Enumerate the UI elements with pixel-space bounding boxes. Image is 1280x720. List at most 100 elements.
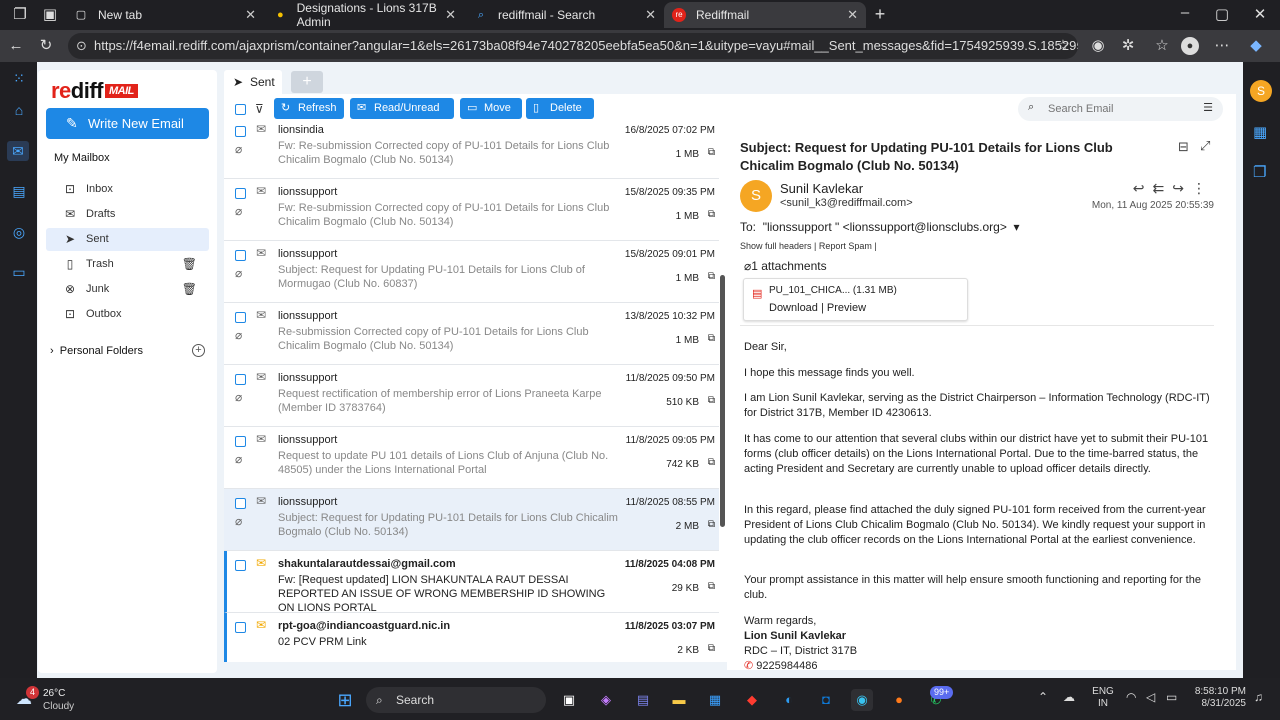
open-external-icon[interactable]: ⧉	[708, 395, 715, 406]
calendar-icon[interactable]: ▦	[1253, 123, 1267, 141]
open-external-icon[interactable]: ⧉	[708, 147, 715, 158]
browser-tab-search[interactable]: ⌕ rediffmail - Search ✕	[466, 2, 664, 28]
select-all-checkbox[interactable]	[235, 104, 246, 115]
contacts-icon[interactable]: ◎	[9, 222, 29, 242]
add-folder-icon[interactable]: +	[192, 344, 205, 357]
teams-icon[interactable]: ▤	[632, 689, 654, 711]
site-info-icon[interactable]: ⊙	[76, 33, 87, 59]
workspaces-icon[interactable]: ❐	[10, 6, 30, 24]
advanced-search-icon[interactable]: ☰	[1203, 101, 1213, 114]
row-checkbox[interactable]	[235, 188, 246, 199]
battery-icon[interactable]: ▭	[1166, 690, 1177, 704]
folder-sent[interactable]: ➤ Sent	[46, 228, 209, 251]
app-blue-icon[interactable]: ◐	[778, 689, 800, 711]
home-icon[interactable]: ⌂	[9, 100, 29, 120]
open-external-icon[interactable]: ⧉	[708, 333, 715, 344]
open-external-icon[interactable]: ⧉	[708, 643, 715, 654]
extension-icon[interactable]: ◉	[1088, 37, 1108, 55]
open-external-icon[interactable]: ⧉	[708, 457, 715, 468]
chevron-down-icon[interactable]: ▾	[1014, 220, 1020, 234]
row-checkbox[interactable]	[235, 250, 246, 261]
table-row[interactable]: ✉ lionsindia 16/8/2025 07:02 PM ⌀ Fw: Re…	[224, 125, 719, 179]
preview-link[interactable]: Preview	[827, 302, 866, 314]
windows-start-icon[interactable]: ⊞	[334, 689, 356, 711]
folder-outbox[interactable]: ⊡ Outbox	[46, 303, 209, 326]
maximize-icon[interactable]: ▢	[1212, 6, 1232, 24]
back-icon[interactable]: ←	[6, 37, 26, 55]
move-button[interactable]: ▭ Move	[460, 98, 522, 119]
row-checkbox[interactable]	[235, 436, 246, 447]
expand-icon[interactable]: ⤢	[1200, 138, 1210, 154]
reply-all-icon[interactable]: ⇇	[1153, 180, 1173, 196]
row-checkbox[interactable]	[235, 498, 246, 509]
notification-bell-icon[interactable]: ♫	[1254, 690, 1263, 704]
read-unread-button[interactable]: ✉ Read/Unread	[350, 98, 454, 119]
folder-trash[interactable]: ▯ Trash 🗑	[46, 253, 209, 276]
task-view-icon[interactable]: ▣	[558, 689, 580, 711]
show-full-headers-link[interactable]: Show full headers	[740, 241, 812, 251]
close-tab-icon[interactable]: ✕	[445, 7, 456, 23]
browser-tab-designations[interactable]: ● Designations - Lions 317B Admin ✕	[266, 1, 464, 29]
mail-icon[interactable]: ✉	[7, 141, 29, 161]
table-row[interactable]: ✉ shakuntalarautdessai@gmail.com 11/8/20…	[224, 551, 719, 614]
personal-folders-toggle[interactable]: › Personal Folders	[50, 345, 143, 357]
empty-trash-icon[interactable]: 🗑	[182, 253, 197, 276]
scrollbar-thumb[interactable]	[720, 275, 725, 527]
edge-browser-icon[interactable]: ◉	[851, 689, 873, 711]
tab-sent[interactable]: ➤ Sent	[224, 70, 282, 94]
delete-button[interactable]: ▯ Delete	[526, 98, 594, 119]
print-icon[interactable]: ⊟	[1178, 139, 1189, 155]
profile-avatar-icon[interactable]: ●	[1181, 37, 1199, 55]
row-checkbox[interactable]	[235, 374, 246, 385]
firefox-icon[interactable]: ●	[888, 689, 910, 711]
url-field[interactable]: ⊙ https://f4email.rediff.com/ajaxprism/c…	[68, 33, 1078, 59]
reload-icon[interactable]: ↻	[36, 37, 56, 55]
add-tab-button[interactable]: +	[291, 71, 323, 93]
report-spam-link[interactable]: Report Spam	[819, 241, 872, 251]
tab-actions-icon[interactable]: ▣	[40, 6, 60, 24]
search-email-input[interactable]	[1048, 101, 1188, 117]
copilot-app-icon[interactable]: ◈	[595, 689, 617, 711]
forward-icon[interactable]: ↪	[1172, 180, 1192, 196]
close-tab-icon[interactable]: ✕	[847, 7, 858, 23]
copilot-icon[interactable]: ◆	[1246, 37, 1266, 55]
profile-s-icon[interactable]: S	[1250, 80, 1272, 102]
wifi-icon[interactable]: ◠	[1126, 690, 1136, 704]
close-window-icon[interactable]: ✕	[1250, 6, 1270, 24]
table-row[interactable]: ✉ rpt-goa@indiancoastguard.nic.in 11/8/2…	[224, 613, 719, 662]
table-row[interactable]: ✉ lionssupport 11/8/2025 09:05 PM ⌀ Requ…	[224, 427, 719, 489]
notes-icon[interactable]: ❐	[1253, 163, 1266, 181]
calendar-icon[interactable]: ▤	[9, 181, 29, 201]
empty-junk-icon[interactable]: 🗑	[182, 278, 197, 301]
row-checkbox[interactable]	[235, 622, 246, 633]
app-red-icon[interactable]: ◆	[741, 689, 763, 711]
download-link[interactable]: Download	[769, 302, 818, 314]
table-row[interactable]: ✉ lionssupport 13/8/2025 10:32 PM ⌀ Re-s…	[224, 303, 719, 365]
puzzle-icon[interactable]: ✲	[1118, 37, 1138, 55]
close-tab-icon[interactable]: ✕	[245, 7, 256, 23]
taskbar-search-box[interactable]: ⌕ Search	[366, 687, 546, 713]
browser-tab-new-tab[interactable]: ▢ New tab ✕	[66, 2, 264, 28]
outlook-icon[interactable]: ◘	[815, 689, 837, 711]
refresh-button[interactable]: ↻ Refresh	[274, 98, 344, 119]
open-external-icon[interactable]: ⧉	[708, 581, 715, 592]
close-tab-icon[interactable]: ✕	[645, 7, 656, 23]
open-external-icon[interactable]: ⧉	[708, 271, 715, 282]
tray-chevron-up-icon[interactable]: ⌃	[1038, 690, 1048, 704]
row-checkbox[interactable]	[235, 312, 246, 323]
folder-junk[interactable]: ⊗ Junk 🗑	[46, 278, 209, 301]
filter-icon[interactable]: ⊽	[255, 102, 264, 116]
more-options-icon[interactable]: ⋮	[1192, 180, 1214, 196]
table-row[interactable]: ✉ lionssupport 15/8/2025 09:01 PM ⌀ Subj…	[224, 241, 719, 303]
rediffmail-logo[interactable]: rediff MAIL	[51, 78, 138, 104]
apps-grid-icon[interactable]: ⁙	[9, 68, 29, 88]
folder-drafts[interactable]: ✉ Drafts	[46, 203, 209, 226]
minimize-icon[interactable]: –	[1175, 4, 1195, 22]
favorite-star-icon[interactable]: ☆	[1053, 37, 1073, 55]
clock[interactable]: 8:58:10 PM 8/31/2025	[1188, 686, 1246, 710]
table-row[interactable]: ✉ lionssupport 15/8/2025 09:35 PM ⌀ Fw: …	[224, 179, 719, 241]
onedrive-icon[interactable]: ☁	[1063, 690, 1075, 704]
chat-icon[interactable]: ▭	[9, 262, 29, 282]
volume-icon[interactable]: ◁	[1146, 690, 1155, 704]
open-external-icon[interactable]: ⧉	[708, 519, 715, 530]
